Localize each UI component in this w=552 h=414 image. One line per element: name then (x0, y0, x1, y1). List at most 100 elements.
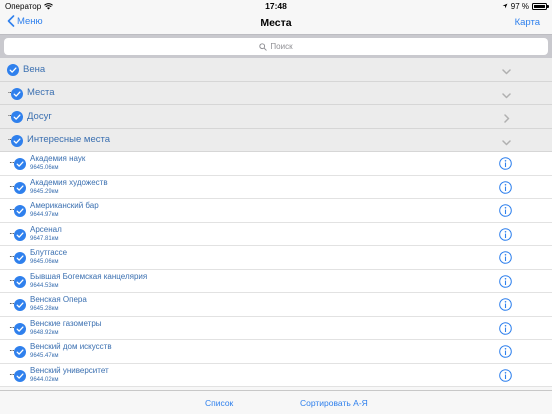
search-placeholder: Поиск (270, 42, 293, 51)
checkmark-icon[interactable] (14, 345, 26, 359)
item-name: Американский бар (30, 201, 99, 211)
info-icon[interactable] (499, 204, 512, 217)
status-bar: Оператор 17:48 97 % (0, 0, 552, 12)
search-icon (259, 42, 268, 51)
indent-dots: ·· (7, 87, 12, 97)
item-name: Венский дом искусств (30, 342, 112, 352)
info-icon[interactable] (499, 274, 512, 288)
list-item[interactable]: ··· Академия художеств 9645.29км (0, 175, 552, 199)
checkmark-icon[interactable] (14, 275, 26, 288)
group-label: Места (27, 87, 55, 99)
indent-dots: ··· (9, 158, 15, 168)
checkmark-icon[interactable] (14, 204, 26, 218)
location-arrow-icon (502, 3, 508, 9)
list-button[interactable]: Список (205, 398, 233, 408)
info-icon[interactable] (499, 180, 512, 194)
item-distance: 9644.02км (30, 376, 59, 383)
status-right: 97 % (397, 1, 549, 11)
item-text: Бывшая Богемская канцелярия 9644.53км (30, 272, 147, 290)
group-row[interactable]: ·· Места (0, 81, 552, 105)
battery-icon (532, 2, 549, 10)
checkmark-icon[interactable] (7, 63, 19, 77)
item-distance: 9648.92км (30, 329, 59, 336)
item-name: Венские газометры (30, 318, 102, 328)
item-name: Венский университет (30, 365, 109, 375)
chevron-right-icon[interactable] (501, 111, 512, 123)
info-icon[interactable] (499, 227, 512, 241)
sort-button[interactable]: Сортировать А-Я (300, 398, 368, 408)
item-text: Венский дом искусств 9645.47км (30, 342, 112, 360)
indent-dots: ··· (9, 252, 15, 262)
checkmark-icon[interactable] (11, 134, 23, 147)
info-icon[interactable] (499, 251, 512, 264)
search-input[interactable]: Поиск (4, 38, 548, 55)
item-text: Арсенал 9647.81км (30, 225, 62, 243)
status-time: 17:48 (265, 1, 287, 11)
group-label: Вена (23, 63, 46, 75)
list-item[interactable]: ··· Венский дом искусств 9645.47км (0, 340, 552, 364)
nav-bar: Меню Места Карта (0, 12, 552, 34)
checkmark-icon[interactable] (14, 228, 26, 241)
checkmark-icon[interactable] (14, 181, 26, 194)
info-icon[interactable] (499, 368, 512, 382)
list-item[interactable]: ··· Блутгассе 9645.06км (0, 246, 552, 270)
info-icon[interactable] (499, 298, 512, 311)
group-row[interactable]: ·· Интересные места (0, 128, 552, 152)
indent-dots: ·· (7, 134, 12, 144)
info-icon[interactable] (499, 321, 512, 335)
indent-dots: ··· (9, 322, 15, 332)
item-text: Венские газометры 9648.92км (30, 319, 102, 337)
checkmark-icon[interactable] (14, 369, 26, 382)
group-row[interactable]: Вена (0, 58, 552, 82)
checkmark-icon[interactable] (14, 251, 26, 265)
status-left: Оператор (5, 2, 155, 11)
item-name: Венская Опера (30, 295, 87, 305)
battery-percent: 97 % (510, 1, 529, 11)
item-name: Академия наук (30, 154, 86, 164)
list-item[interactable]: ··· Венский университет 9644.02км (0, 363, 552, 387)
wifi-icon (44, 2, 54, 9)
item-distance: 9645.47км (30, 353, 59, 360)
places-list[interactable]: Вена ·· Места ·· Досуг ·· Интересные места ··· А… (0, 58, 552, 390)
back-button[interactable]: Меню (7, 15, 43, 27)
indent-dots: ··· (9, 346, 15, 356)
item-distance: 9645.28км (30, 306, 59, 313)
list-item[interactable]: ··· Венские газометры 9648.92км (0, 316, 552, 340)
chevron-down-icon[interactable] (501, 88, 512, 99)
list-item[interactable]: ··· Арсенал 9647.81км (0, 222, 552, 246)
item-name: Бывшая Богемская канцелярия (30, 271, 148, 281)
chevron-down-icon[interactable] (501, 64, 512, 75)
battery-fill (534, 4, 545, 8)
bottom-toolbar: Список Сортировать А-Я (0, 390, 552, 414)
indent-dots: ··· (9, 275, 15, 285)
indent-dots: ··· (9, 205, 15, 215)
indent-dots: ··· (9, 228, 15, 238)
list-item[interactable]: ··· Американский бар 9644.97км (0, 199, 552, 223)
info-icon[interactable] (499, 157, 512, 170)
checkmark-icon[interactable] (14, 322, 26, 335)
group-label: Досуг (27, 110, 52, 122)
group-row[interactable]: ·· Досуг (0, 105, 552, 129)
indent-dots: ··· (9, 181, 15, 191)
search-bar: Поиск (0, 34, 552, 58)
info-icon[interactable] (499, 345, 512, 358)
checkmark-icon[interactable] (11, 110, 23, 124)
list-item[interactable]: ··· Академия наук 9645.06км (0, 152, 552, 176)
checkmark-icon[interactable] (14, 298, 26, 312)
item-text: Американский бар 9644.97км (30, 201, 99, 219)
list-item[interactable]: ··· Бывшая Богемская канцелярия 9644.53км (0, 269, 552, 293)
item-distance: 9644.97км (30, 212, 59, 219)
checkmark-icon[interactable] (11, 87, 23, 100)
checkmark-icon[interactable] (14, 157, 26, 171)
item-name: Академия художеств (30, 177, 108, 187)
chevron-left-icon (7, 15, 15, 27)
item-text: Академия художеств 9645.29км (30, 178, 108, 196)
item-distance: 9645.06км (30, 259, 59, 266)
page-title: Места (260, 17, 292, 29)
indent-dots: ··· (9, 299, 15, 309)
list-item[interactable]: ··· Венская Опера 9645.28км (0, 293, 552, 317)
item-name: Блутгассе (30, 248, 68, 258)
map-button[interactable]: Карта (515, 17, 540, 28)
chevron-down-icon[interactable] (501, 135, 512, 146)
item-distance: 9645.06км (30, 165, 59, 172)
